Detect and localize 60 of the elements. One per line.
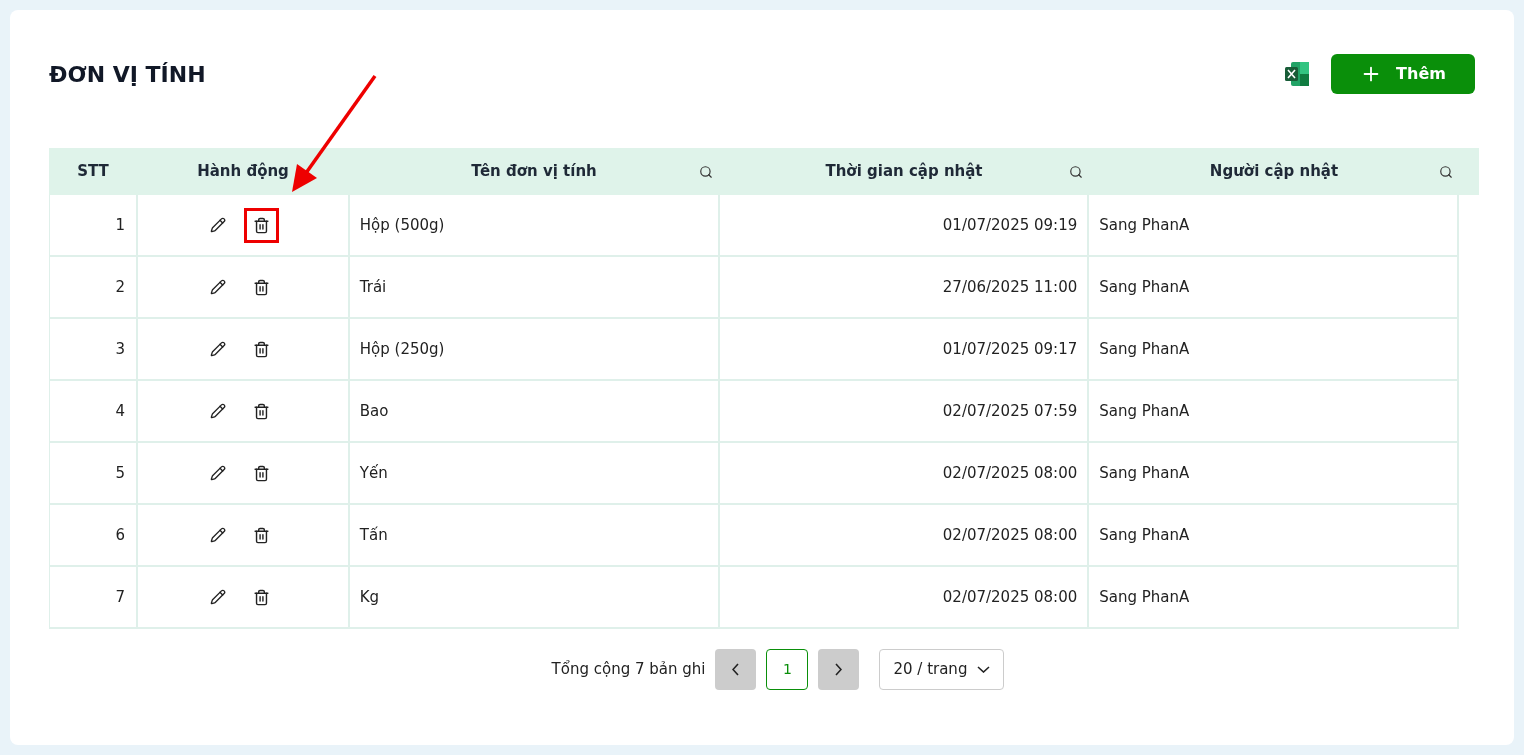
table-cell-text: Hộp (500g) — [359, 214, 445, 236]
chevron-left-icon — [732, 663, 740, 676]
chevron-right-icon — [835, 663, 843, 676]
table-cell-text: 3 — [115, 338, 125, 360]
record-count: Tổng cộng 7 bản ghi — [551, 659, 706, 681]
pencil-icon — [210, 403, 227, 419]
column-header: Thời gian cập nhật — [825, 161, 983, 183]
table-cell-text: 02/07/2025 08:00 — [942, 524, 1078, 546]
trash-icon — [253, 402, 271, 420]
search-icon[interactable] — [1439, 164, 1453, 179]
trash-icon — [253, 464, 271, 482]
column-header: STT — [77, 161, 109, 183]
pencil-icon — [210, 527, 227, 543]
table-cell-text: 02/07/2025 08:00 — [942, 586, 1078, 608]
table-cell-text: 02/07/2025 08:00 — [942, 462, 1078, 484]
table-cell-text: 7 — [115, 586, 125, 608]
pencil-icon — [210, 217, 227, 233]
column-header: Tên đơn vị tính — [471, 161, 597, 183]
table-cell-text: 27/06/2025 11:00 — [942, 276, 1078, 298]
pencil-icon — [210, 279, 227, 295]
search-icon[interactable] — [1069, 164, 1083, 179]
table-cell-text: 4 — [115, 400, 125, 422]
trash-icon — [253, 340, 271, 358]
table-cell-text: Sang PhanA — [1099, 338, 1190, 360]
trash-icon — [253, 278, 271, 296]
table-cell-text: Sang PhanA — [1099, 276, 1190, 298]
table-cell-text: Bao — [359, 400, 389, 422]
table-cell-text: 5 — [115, 462, 125, 484]
table-cell-text: 01/07/2025 09:19 — [942, 214, 1078, 236]
table-cell-text: 02/07/2025 07:59 — [942, 400, 1078, 422]
trash-icon — [253, 526, 271, 544]
table-cell-text: 2 — [115, 276, 125, 298]
trash-icon — [253, 216, 271, 234]
page-title: ĐƠN VỊ TÍNH — [49, 61, 206, 89]
column-header: Hành động — [197, 161, 289, 183]
table-cell-text: Tấn — [359, 524, 388, 546]
pencil-icon — [210, 465, 227, 481]
chevron-down-icon — [977, 666, 991, 673]
table-cell-text: Sang PhanA — [1099, 586, 1190, 608]
table-cell-text: Hộp (250g) — [359, 338, 445, 360]
delete-button[interactable] — [244, 207, 280, 243]
trash-icon — [253, 588, 271, 606]
pencil-icon — [210, 341, 227, 357]
table-cell-text: Yến — [359, 462, 388, 484]
table-cell-text: Kg — [359, 586, 380, 608]
table-cell-text: Sang PhanA — [1099, 462, 1190, 484]
table-cell-text: 01/07/2025 09:17 — [942, 338, 1078, 360]
search-icon[interactable] — [699, 164, 713, 179]
page-button[interactable]: 1 — [766, 649, 809, 690]
page-size-select[interactable]: 20 / trang — [879, 649, 1005, 690]
table-cell-text: Sang PhanA — [1099, 524, 1190, 546]
pencil-icon — [210, 589, 227, 605]
table-cell-text: 1 — [115, 214, 125, 236]
column-header: Người cập nhật — [1209, 161, 1339, 183]
table-cell-text: Sang PhanA — [1099, 214, 1190, 236]
table-cell-text: 6 — [115, 524, 125, 546]
spreadsheet-icon[interactable] — [1283, 60, 1311, 88]
add-button[interactable]: Thêm — [1331, 54, 1475, 94]
table-cell-text: Trái — [359, 276, 387, 298]
table-cell-text: Sang PhanA — [1099, 400, 1190, 422]
